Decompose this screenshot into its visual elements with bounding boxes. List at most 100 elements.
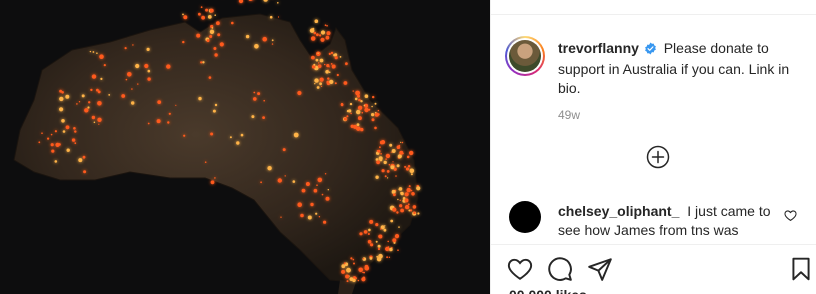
fire-point <box>361 111 364 114</box>
fire-point <box>65 94 70 99</box>
fire-point <box>196 33 201 38</box>
fire-point <box>238 0 244 4</box>
fire-point <box>217 33 221 37</box>
bookmark-icon[interactable] <box>788 256 814 282</box>
fire-point <box>214 14 216 16</box>
author-username[interactable]: trevorflanny <box>558 40 639 56</box>
fire-point <box>321 193 324 196</box>
fire-point <box>297 90 302 96</box>
fire-point <box>216 21 220 26</box>
fire-point <box>392 161 394 163</box>
fire-point <box>231 21 234 25</box>
fire-point <box>127 72 132 77</box>
fire-point <box>406 187 411 193</box>
fire-point <box>361 277 366 282</box>
fire-point <box>277 178 282 183</box>
fire-point <box>204 161 207 163</box>
fire-point <box>210 132 214 136</box>
fire-point <box>54 160 58 163</box>
fire-point <box>375 223 379 227</box>
fire-point <box>282 148 286 152</box>
fire-point <box>65 125 70 130</box>
fire-point <box>359 232 363 236</box>
fire-point <box>389 247 393 252</box>
fire-point <box>343 117 348 121</box>
paper-plane-icon[interactable] <box>587 256 613 282</box>
plus-circle-icon[interactable] <box>646 145 670 169</box>
fire-point <box>367 233 370 235</box>
fire-point <box>135 63 140 69</box>
fire-point <box>380 153 382 155</box>
commenter-username[interactable]: chelsey_oliphant_ <box>558 203 679 219</box>
fire-point <box>210 180 215 185</box>
fire-point <box>137 83 139 85</box>
commenter-avatar[interactable] <box>509 201 541 233</box>
fire-point <box>333 53 336 57</box>
fire-point <box>379 140 384 145</box>
post-timestamp[interactable]: 49w <box>558 108 580 122</box>
heart-icon[interactable] <box>507 256 533 282</box>
fire-point <box>370 243 374 247</box>
fire-point <box>206 39 210 43</box>
fire-point <box>413 211 416 214</box>
fire-point <box>253 97 257 101</box>
fire-point <box>326 31 331 36</box>
fire-point <box>51 149 55 153</box>
fire-point <box>381 169 385 173</box>
fire-point <box>364 94 369 98</box>
fire-point <box>66 148 70 152</box>
fire-point <box>316 33 319 37</box>
fire-point <box>99 54 104 59</box>
fire-point <box>240 133 244 137</box>
fire-point <box>147 77 151 81</box>
fire-point <box>410 189 413 192</box>
fire-point <box>390 219 394 223</box>
fire-point <box>363 230 368 234</box>
fire-point <box>400 141 402 143</box>
fire-point <box>356 109 361 115</box>
post-image[interactable] <box>0 0 490 294</box>
author-avatar-photo <box>509 40 541 72</box>
fire-point <box>200 6 203 9</box>
fire-point <box>393 167 397 171</box>
fire-point <box>358 98 361 102</box>
fire-point <box>396 211 399 214</box>
fire-point <box>317 177 323 183</box>
fire-point <box>357 105 363 111</box>
fire-point <box>406 155 410 159</box>
post-sidebar: trevorflanny Please donate to support in… <box>490 0 816 294</box>
fire-point <box>376 160 380 165</box>
fire-point <box>316 184 318 186</box>
likes-count[interactable]: 00,000 likes <box>509 288 587 294</box>
fire-point <box>61 91 64 94</box>
fire-point <box>404 198 409 203</box>
fire-point <box>350 112 352 115</box>
fire-point <box>202 61 205 64</box>
comment-like-heart-icon[interactable] <box>784 209 797 222</box>
comment-bubble-icon[interactable] <box>547 256 573 282</box>
post-caption: trevorflanny Please donate to support in… <box>558 39 806 98</box>
fire-point <box>81 94 85 98</box>
fire-point <box>410 173 413 176</box>
fire-point <box>380 228 382 230</box>
fire-point <box>47 137 50 140</box>
fire-point <box>332 67 334 69</box>
fire-point <box>354 97 358 101</box>
fire-point <box>383 160 387 165</box>
fire-point <box>377 109 380 112</box>
fire-point <box>292 180 296 183</box>
fire-point <box>257 92 261 96</box>
fire-point <box>357 116 362 121</box>
fire-point <box>100 77 103 80</box>
fire-point <box>269 15 273 19</box>
fire-point <box>263 99 266 102</box>
fire-point <box>368 228 371 232</box>
author-avatar[interactable] <box>505 36 545 76</box>
fire-point <box>315 212 318 215</box>
fire-point <box>262 116 265 119</box>
fire-point <box>59 107 64 112</box>
fire-point <box>360 100 363 103</box>
fire-point <box>330 51 334 55</box>
fire-point <box>96 52 98 54</box>
fire-point <box>324 63 326 66</box>
